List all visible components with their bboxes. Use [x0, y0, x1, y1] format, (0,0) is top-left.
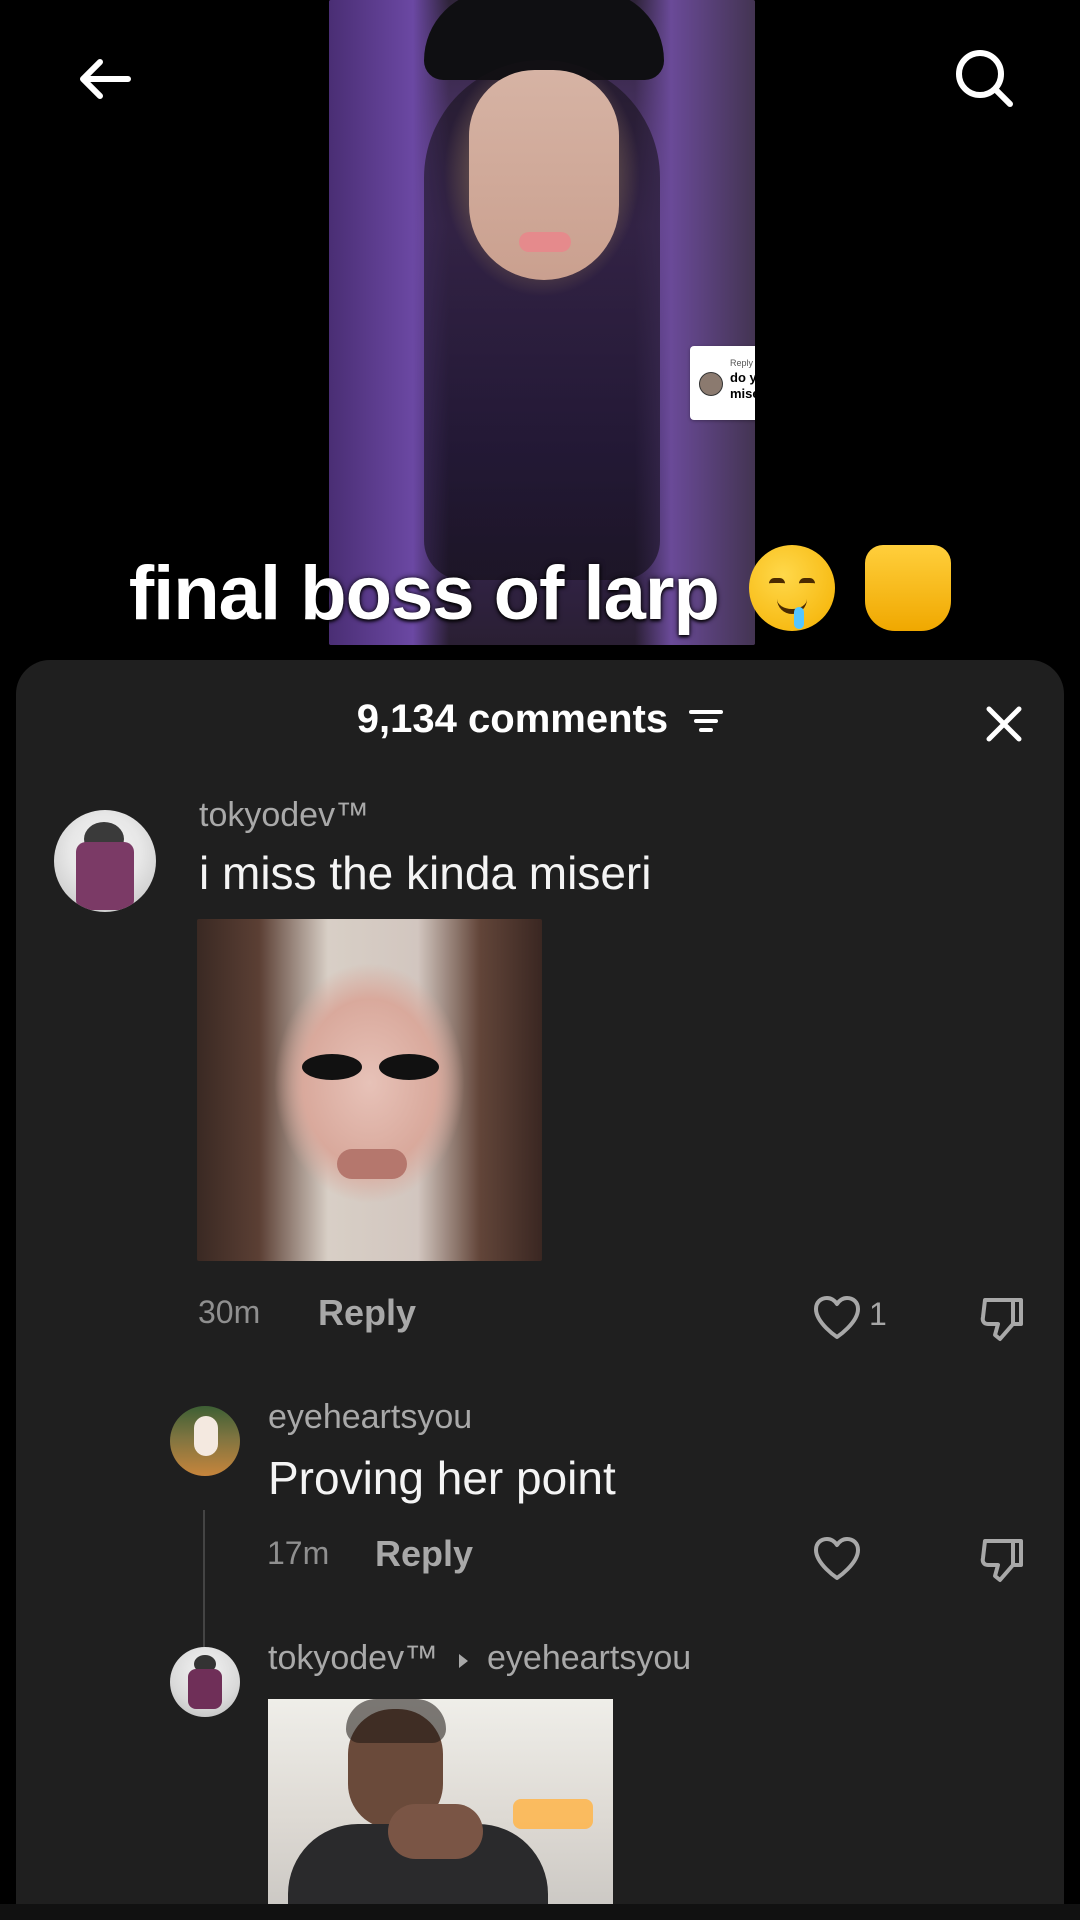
reply-text: Proving her point [268, 1452, 616, 1504]
comment-image[interactable] [197, 919, 542, 1261]
comment-username[interactable]: tokyodev™ [199, 796, 369, 835]
drooling-face-icon [749, 545, 836, 631]
search-button[interactable] [950, 44, 1020, 114]
video-caption-text: final boss of larp [128, 551, 720, 636]
comment-text: i miss the kinda miseri [199, 847, 652, 899]
reply-avatar [699, 372, 723, 396]
heart-icon [814, 1296, 860, 1339]
video-lips [519, 232, 571, 252]
dislike-button[interactable] [976, 1292, 1028, 1344]
reply-image[interactable] [268, 1699, 613, 1920]
search-icon [956, 50, 1013, 107]
bottom-edge [0, 1904, 1080, 1920]
reply-author[interactable]: tokyodev™ [268, 1639, 438, 1677]
reply-time: 17m [267, 1535, 330, 1571]
comments-header: 9,134 comments [16, 697, 1064, 742]
like-count: 1 [869, 1296, 887, 1332]
reply-username[interactable]: eyeheartsyou [268, 1398, 472, 1437]
close-icon [986, 706, 1022, 742]
comments-count: 9,134 comments [356, 697, 669, 741]
reply-comment-text: do you like the song misery [730, 370, 755, 401]
reply-like-button[interactable] [811, 1535, 863, 1583]
comments-sheet: 9,134 comments tokyodev™ i miss the kind… [16, 660, 1064, 1920]
thumbs-down-icon [980, 1539, 1023, 1582]
reply-button[interactable]: Reply [318, 1292, 416, 1334]
caret-right-icon [458, 1654, 468, 1668]
video-caption: final boss of larp [0, 545, 1080, 637]
arrow-left-icon [80, 59, 131, 99]
filter-icon[interactable] [689, 708, 724, 734]
like-button[interactable] [811, 1294, 863, 1342]
reply-target[interactable]: eyeheartsyou [487, 1639, 691, 1677]
victory-hand-icon [865, 545, 952, 631]
close-button[interactable] [980, 700, 1028, 748]
reply-label: Reply to Abdullah's comment [730, 358, 755, 368]
back-button[interactable] [70, 44, 140, 114]
comment-time: 30m [198, 1294, 261, 1330]
thumbs-down-icon [980, 1298, 1023, 1341]
commenter-avatar[interactable] [54, 810, 156, 912]
reply-avatar[interactable] [170, 1647, 240, 1717]
thread-line [203, 1510, 205, 1648]
video-reply-bubble: Reply to Abdullah's comment do you like … [690, 346, 755, 420]
heart-icon [814, 1537, 860, 1580]
reply-dislike-button[interactable] [976, 1533, 1028, 1585]
reply-username: tokyodev™ eyeheartsyou [268, 1639, 691, 1678]
reply-reply-button[interactable]: Reply [375, 1533, 473, 1575]
reply-avatar[interactable] [170, 1406, 240, 1476]
